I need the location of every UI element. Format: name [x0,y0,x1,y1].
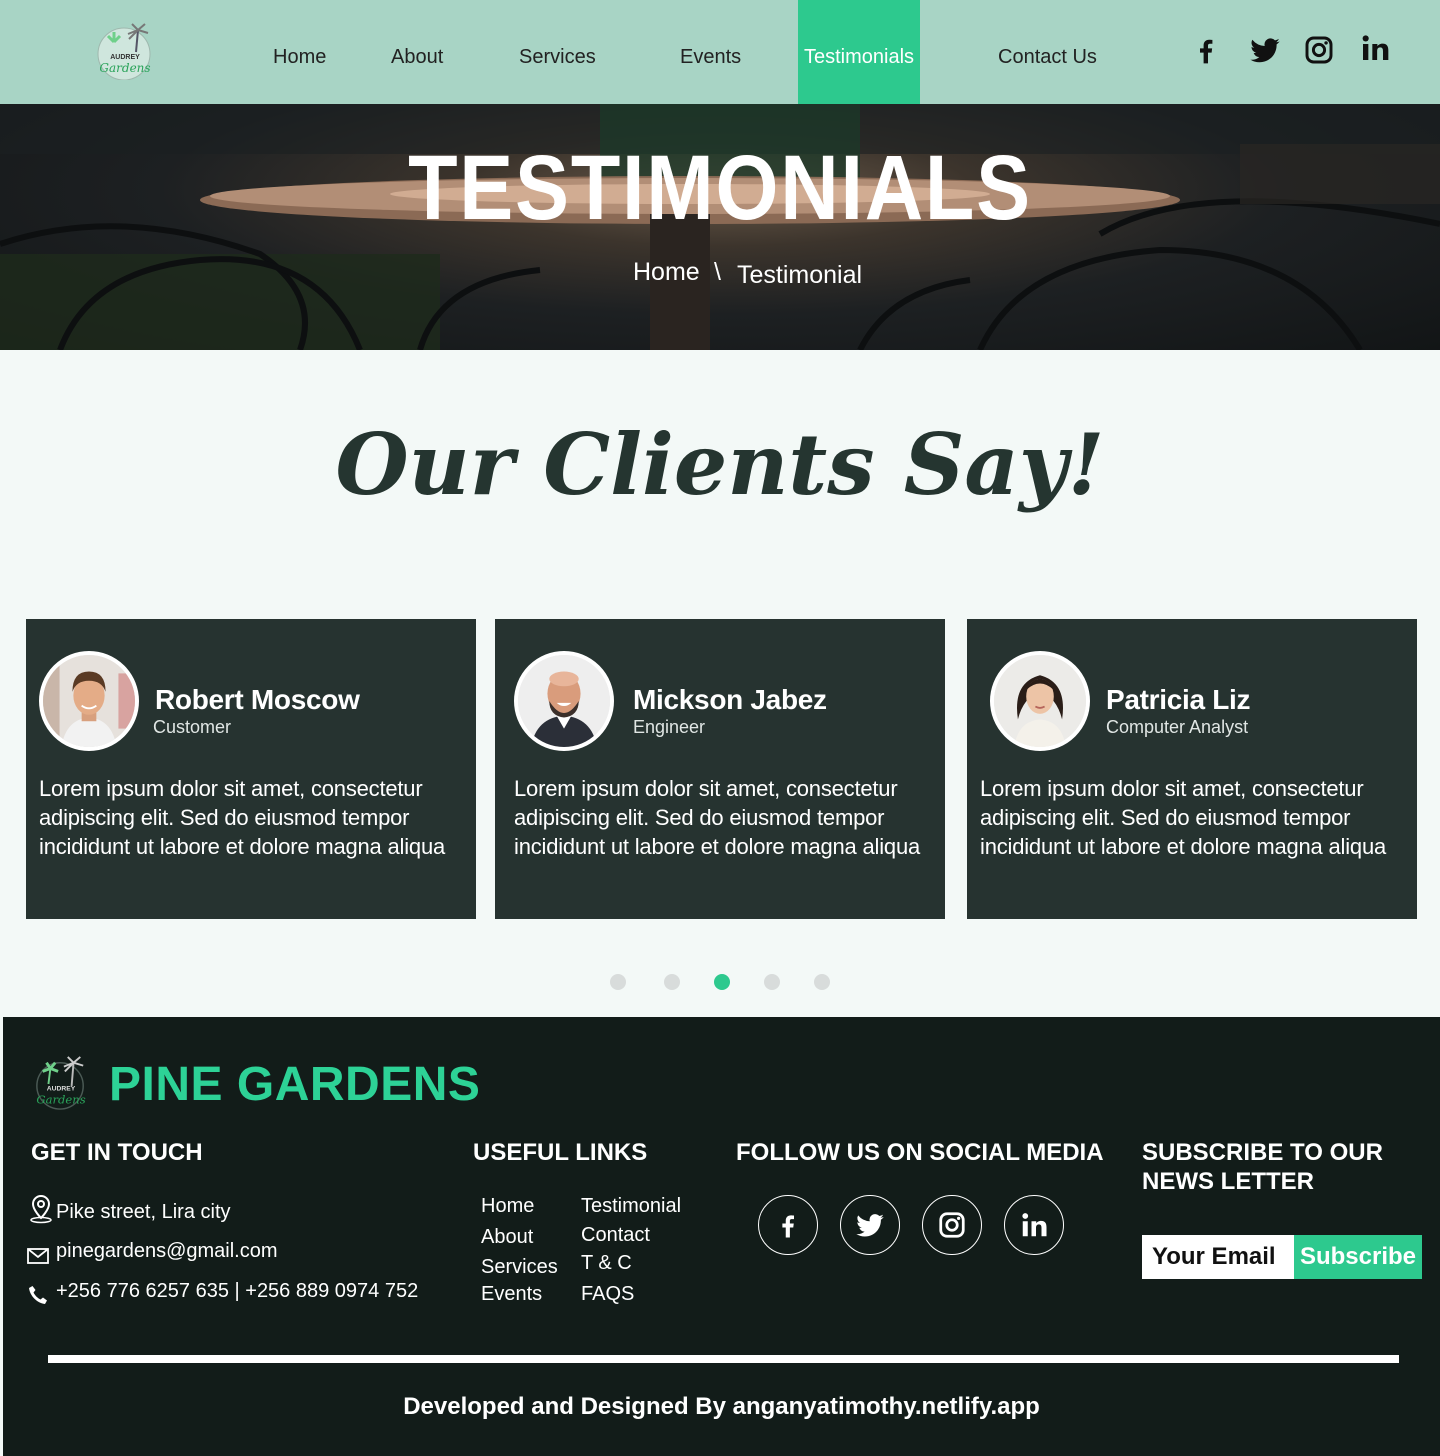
testimonial-card: Patricia Liz Computer Analyst Lorem ipsu… [967,619,1417,919]
get-in-touch-heading: GET IN TOUCH [31,1139,203,1166]
footer-link-faqs[interactable]: FAQS [581,1282,634,1306]
svg-text:AUDREY: AUDREY [110,54,140,61]
nav-services[interactable]: Services [519,0,596,104]
footer-link-home[interactable]: Home [481,1194,534,1218]
site-footer: AUDREY Gardens PINE GARDENS GET IN TOUCH… [3,1017,1440,1456]
footer-address: Pike street, Lira city [56,1201,231,1223]
nav-about[interactable]: About [391,0,443,104]
mail-icon [26,1243,50,1267]
footer-link-services[interactable]: Services [481,1255,558,1279]
nav-home[interactable]: Home [273,0,326,104]
nav-contact-us[interactable]: Contact Us [998,0,1097,104]
clients-heading: Our Clients Say! [335,415,1105,514]
footer-link-testimonial[interactable]: Testimonial [581,1194,681,1218]
footer-phone: +256 776 6257 635 | +256 889 0974 752 [56,1280,419,1302]
client-name: Mickson Jabez [633,684,827,715]
hero-banner: TESTIMONIALS Home \ Testimonial [0,104,1440,350]
avatar [514,651,614,751]
footer-logo[interactable]: AUDREY Gardens [31,1055,91,1111]
facebook-icon[interactable] [1190,34,1222,66]
twitter-icon[interactable] [1249,34,1281,66]
avatar [39,651,139,751]
footer-linkedin-icon[interactable] [1004,1195,1064,1255]
newsletter-heading-line2: NEWS LETTER [1142,1168,1314,1195]
social-media-heading: FOLLOW US ON SOCIAL MEDIA [736,1139,1104,1166]
instagram-icon[interactable] [1303,34,1335,66]
carousel-dot-3[interactable] [714,974,730,990]
footer-link-terms[interactable]: T & C [581,1251,632,1275]
carousel-dot-2[interactable] [664,974,680,990]
footer-credit: Developed and Designed By anganyatimothy… [403,1393,1040,1420]
location-pin-icon [28,1194,54,1224]
footer-facebook-icon[interactable] [758,1195,818,1255]
footer-link-contact[interactable]: Contact [581,1223,650,1247]
avatar [990,651,1090,751]
linkedin-icon[interactable] [1359,32,1391,64]
breadcrumb-separator: \ [714,258,721,286]
carousel-pagination [0,974,1440,990]
newsletter-heading: SUBSCRIBE TO OUR [1142,1139,1383,1166]
carousel-dot-1[interactable] [610,974,626,990]
footer-twitter-icon[interactable] [840,1195,900,1255]
footer-instagram-icon[interactable] [922,1195,982,1255]
page-title: TESTIMONIALS [408,137,1032,239]
svg-text:Gardens: Gardens [36,1092,85,1106]
nav-events[interactable]: Events [680,0,741,104]
breadcrumb-current: Testimonial [737,261,863,289]
phone-icon [26,1283,50,1307]
footer-link-events[interactable]: Events [481,1282,542,1306]
top-navbar: AUDREY Gardens Home About Services Event… [0,0,1440,104]
testimonial-card: Mickson Jabez Engineer Lorem ipsum dolor… [495,619,945,919]
client-role: Customer [153,717,232,737]
footer-link-about[interactable]: About [481,1225,533,1249]
client-name: Patricia Liz [1106,684,1251,715]
client-role: Computer Analyst [1106,717,1249,737]
useful-links-heading: USEFUL LINKS [473,1139,648,1166]
subscribe-button[interactable]: Subscribe [1294,1235,1422,1279]
footer-divider [48,1355,1399,1363]
site-logo[interactable]: AUDREY Gardens [94,22,156,81]
footer-email[interactable]: pinegardens@gmail.com [56,1239,278,1263]
testimonial-text: Lorem ipsum dolor sit amet, consectetur … [980,776,1387,859]
testimonial-text: Lorem ipsum dolor sit amet, consectetur … [39,776,446,859]
breadcrumb-home[interactable]: Home [633,258,700,287]
svg-text:Gardens: Gardens [99,61,150,75]
carousel-dot-5[interactable] [814,974,830,990]
nav-testimonials[interactable]: Testimonials [798,0,920,104]
client-role: Engineer [633,717,706,737]
client-name: Robert Moscow [155,684,360,715]
footer-brand: PINE GARDENS [109,1058,481,1111]
testimonial-card: Robert Moscow Customer Lorem ipsum dolor… [26,619,476,919]
newsletter-email-input[interactable]: Your Email [1142,1235,1294,1279]
testimonial-text: Lorem ipsum dolor sit amet, consectetur … [514,776,921,859]
carousel-dot-4[interactable] [764,974,780,990]
